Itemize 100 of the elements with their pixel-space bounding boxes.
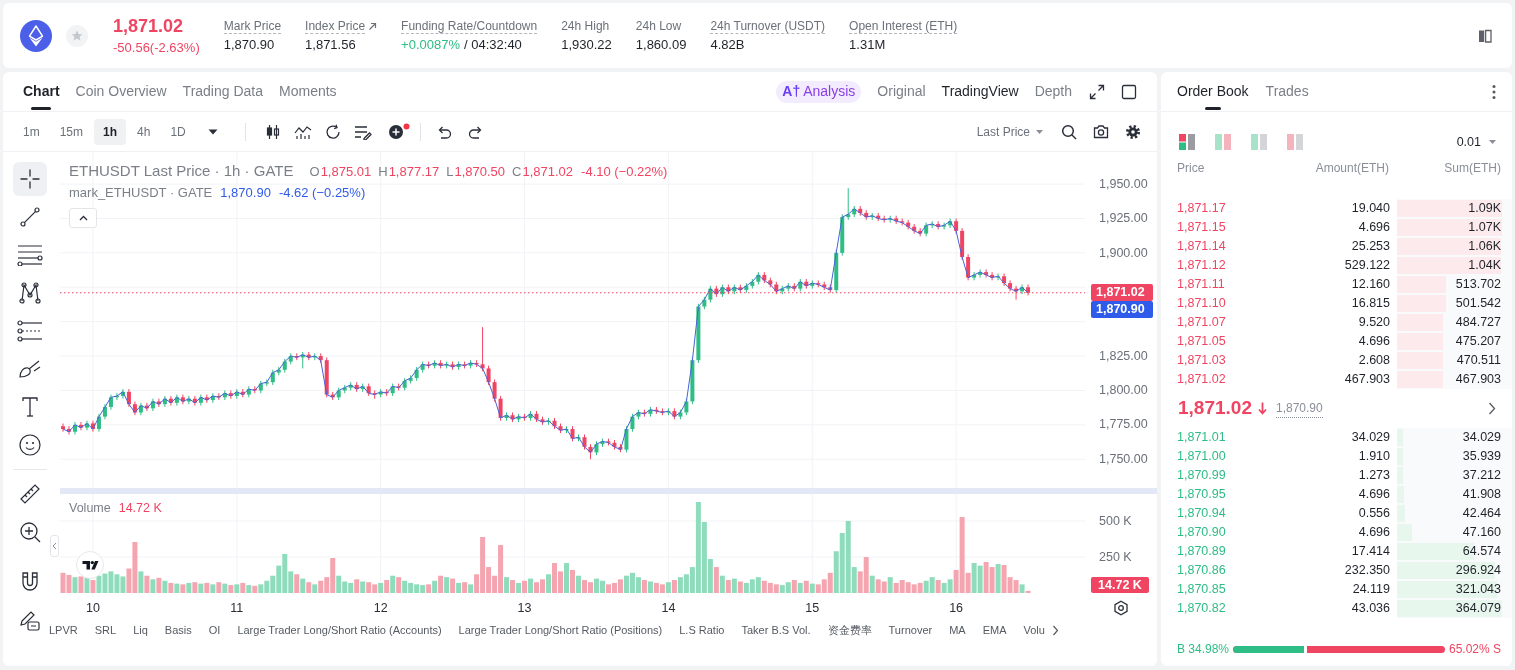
drawing-tool-button[interactable] [13,162,47,196]
sum-cell-text: 1.09K [1468,200,1501,218]
external-link-icon[interactable] [368,21,378,31]
indicator-button[interactable]: L.S Ratio [679,621,725,639]
parallel-lines-icon [17,320,43,342]
sum-cell-text: 321.043 [1455,581,1501,599]
candlestick [486,365,491,386]
stat-value: 1,860.09 [635,36,687,55]
sum-cell-text: 37.212 [1462,467,1501,485]
interval-button[interactable]: 1D [161,118,195,145]
bar [510,580,516,593]
candlestick-icon[interactable] [264,123,281,140]
indicator-button[interactable]: LPVR [49,621,78,639]
indicator-button[interactable]: Large Trader Long/Short Ratio (Accounts) [237,621,442,639]
amount-cell-text: 25.253 [1350,238,1390,256]
bar [725,580,731,593]
sum-cell-text: 467.903 [1455,371,1501,389]
indicator-button[interactable]: OI [208,621,221,639]
bar [192,582,198,593]
more-icon[interactable] [1492,83,1496,100]
indicator-button[interactable]: Basis [164,621,192,639]
price-change: -50.56(-2.63%) [113,39,200,56]
indicator-button[interactable]: Turnover [888,621,933,639]
price-cell-text: 1,871.00 [1177,448,1227,466]
indicator-button[interactable]: SRL [94,621,117,639]
mark-price-change: -4.62 (−0.25%) [278,184,366,202]
settings-icon[interactable] [1125,123,1141,140]
chart-tab[interactable]: Chart [23,72,60,111]
camera-icon[interactable] [1093,124,1109,139]
collapse-toolbar-button[interactable] [50,534,59,557]
maximize-icon[interactable] [1121,83,1137,100]
zigzag-pattern-icon [18,281,42,305]
indicator-button[interactable]: 资金费率 [827,621,872,639]
indicator-button[interactable]: Large Trader Long/Short Ratio (Positions) [458,621,663,639]
indicator-button[interactable]: Volu [1023,621,1045,639]
time-axis-label: 11 [230,601,244,615]
price-cell-text: 1,871.12 [1177,257,1227,275]
stat-value: 1,870.90 [223,36,275,55]
list-edit-icon[interactable] [353,123,372,140]
precision-dropdown[interactable]: 0.01 [1456,132,1496,152]
indicator-button[interactable]: MA [949,621,966,639]
bar [1019,584,1025,593]
chevron-right-icon[interactable] [1488,402,1496,415]
bar [468,584,474,593]
collapse-legend-button[interactable] [69,208,97,228]
caret-down-icon[interactable] [207,128,218,135]
indicator-button[interactable]: Taker B.S Vol. [741,621,811,639]
bar [138,571,144,593]
coin-logo-icon [20,19,52,52]
chart-tab[interactable]: Trading Data [182,72,263,111]
bar [570,569,575,593]
columns-icon[interactable] [1477,27,1493,44]
order-book-tab[interactable]: Trades [1265,72,1309,111]
interval-button[interactable]: 1m [14,118,49,145]
price-source-dropdown[interactable]: Last Price [976,122,1043,141]
sum-cell-text: 296.924 [1455,562,1501,580]
amount-cell-text: 467.903 [1343,371,1390,389]
bar [665,582,671,593]
bar [504,577,510,593]
amount-cell-text: 19.040 [1350,200,1390,218]
chart-tab[interactable]: Coin Overview [75,72,167,111]
bar [156,577,162,593]
interval-button[interactable]: 4h [128,118,160,145]
bar [378,582,384,593]
expand-icon[interactable] [1089,83,1105,100]
indicator-button[interactable]: EMA [982,621,1007,639]
price-cell-text: 1,871.07 [1177,314,1227,332]
order-book-tab[interactable]: Order Book [1177,72,1249,111]
bar [210,584,216,593]
amount-cell-text: 4.696 [1357,219,1390,237]
volume-axis-label: 250 K [1098,548,1132,566]
column-header: Sum(ETH) [1443,160,1501,177]
view-tab[interactable]: Depth [1034,72,1072,111]
bar [216,582,222,593]
bar [432,580,438,593]
chevron-right-icon[interactable] [1051,624,1059,636]
mark-price-value: 1,870.90 [220,184,271,202]
price-axis-label: 1,825.00 [1098,347,1148,365]
view-tab[interactable]: Original [877,72,926,111]
indicator-button[interactable]: Liq [133,621,148,639]
sum-cell-text: 35.939 [1462,448,1501,466]
redo-icon[interactable] [467,124,484,139]
funding-rate-value: +0.0087% [401,36,460,55]
time-axis-label: 14 [661,601,676,615]
price-tag: 1,870.90 [1091,301,1153,319]
view-tab[interactable]: TradingView [941,72,1019,111]
settings-icon[interactable] [1113,600,1129,616]
ai-analysis-button[interactable]: A† Analysis [776,80,862,103]
add-circle-icon[interactable] [387,123,410,140]
interval-button[interactable]: 1h [94,118,127,145]
price-cell-text: 1,871.05 [1177,333,1227,351]
chart-tab[interactable]: Moments [279,72,337,111]
search-icon[interactable] [1061,123,1077,140]
logo-icon[interactable] [76,551,104,579]
circular-arrow-icon[interactable] [324,123,341,140]
interval-button[interactable]: 15m [50,118,92,145]
horizontal-lines-icon [17,244,43,266]
bar [180,584,186,593]
order-book-layout-icon[interactable] [1179,134,1195,150]
column-header: Price [1177,160,1206,177]
